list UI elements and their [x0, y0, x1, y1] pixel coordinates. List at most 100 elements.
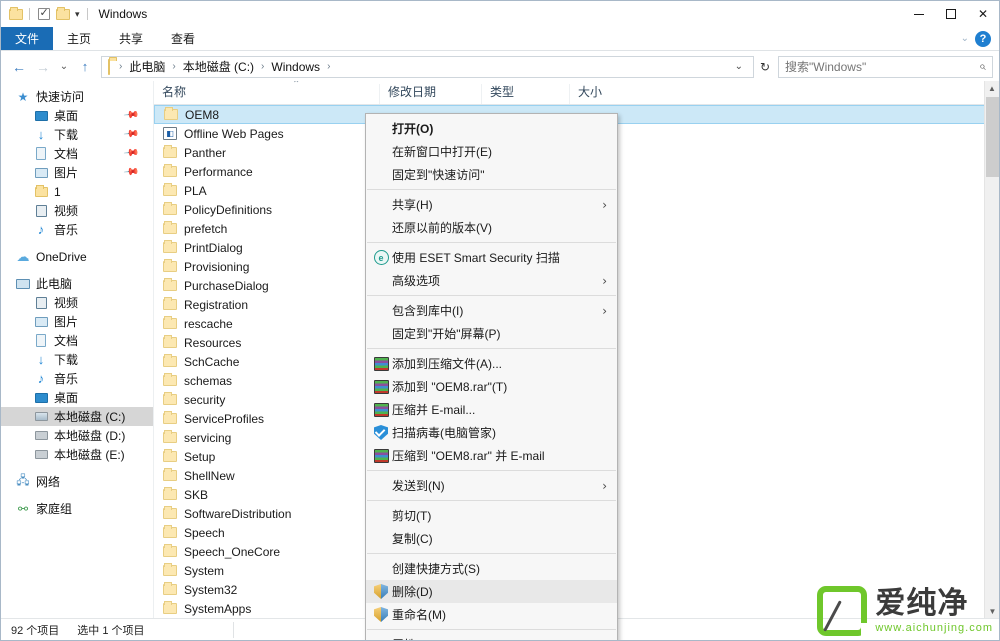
nav-root-OneDrive[interactable]: ☁OneDrive — [1, 247, 153, 266]
nav-label: 桌面 — [54, 107, 78, 124]
menu-item-复制-C[interactable]: 复制(C) — [366, 527, 617, 550]
menu-item-发送到-N[interactable]: 发送到(N)› — [366, 474, 617, 497]
menu-item-包含到库中-I[interactable]: 包含到库中(I)› — [366, 299, 617, 322]
pin-icon[interactable]: 📌 — [122, 107, 139, 123]
help-button[interactable]: ? — [975, 31, 991, 47]
menu-item-共享-H[interactable]: 共享(H)› — [366, 193, 617, 216]
search-icon[interactable]: ⌕ — [979, 59, 986, 74]
breadcrumb-local-disk-c[interactable]: 本地磁盘 (C:) — [181, 58, 256, 75]
sidebar-item-桌面[interactable]: 桌面 📌 — [1, 106, 153, 125]
menu-item-扫描病毒-电脑管家[interactable]: 扫描病毒(电脑管家) — [366, 421, 617, 444]
up-button[interactable]: ↑ — [73, 56, 97, 78]
chevron-right-icon[interactable]: › — [602, 274, 607, 288]
search-input[interactable] — [785, 60, 979, 74]
sidebar-item-下载[interactable]: ↓下载 — [1, 350, 153, 369]
column-header-type[interactable]: 类型 — [481, 84, 569, 104]
sidebar-item-本地磁盘 (C:)[interactable]: 本地磁盘 (C:) — [1, 407, 153, 426]
maximize-button[interactable] — [935, 1, 967, 27]
sidebar-item-视频[interactable]: 视频 — [1, 293, 153, 312]
sidebar-item-图片[interactable]: 图片📌 — [1, 163, 153, 182]
menu-item-打开-O[interactable]: 打开(O) — [366, 117, 617, 140]
pin-icon[interactable]: 📌 — [122, 145, 139, 161]
column-header-size[interactable]: 大小 — [569, 84, 649, 104]
sidebar-item-1[interactable]: 1 — [1, 182, 153, 201]
chevron-right-icon[interactable]: › — [602, 479, 607, 493]
sidebar-item-本地磁盘 (D:)[interactable]: 本地磁盘 (D:) — [1, 426, 153, 445]
scroll-down-arrow[interactable]: ▼ — [985, 604, 999, 619]
navigation-pane[interactable]: ★快速访问桌面📌↓下载📌文档📌图片📌1视频♪音乐☁OneDrive此电脑视频图片… — [1, 81, 154, 619]
scrollbar-thumb[interactable] — [986, 97, 999, 177]
sidebar-item-文档[interactable]: 文档📌 — [1, 144, 153, 163]
search-box[interactable]: ⌕ — [778, 56, 993, 78]
pin-icon[interactable]: 📌 — [122, 126, 139, 142]
winrar-icon — [370, 447, 392, 465]
menu-item-还原以前的版本-V[interactable]: 还原以前的版本(V) — [366, 216, 617, 239]
sidebar-item-视频[interactable]: 视频 — [1, 201, 153, 220]
homegroup-icon: ⚯ — [15, 501, 31, 517]
pin-icon[interactable]: 📌 — [122, 164, 139, 180]
menu-item-删除-D[interactable]: 删除(D) — [366, 580, 617, 603]
new-folder-icon[interactable] — [54, 6, 71, 23]
close-button[interactable]: ✕ — [967, 1, 999, 27]
breadcrumb[interactable]: › 此电脑 › 本地磁盘 (C:) › Windows › ⌄ — [101, 56, 754, 78]
sidebar-item-图片[interactable]: 图片 — [1, 312, 153, 331]
chevron-down-icon[interactable]: ⌄ — [729, 61, 749, 72]
file-name: OEM8 — [185, 108, 219, 122]
tab-home[interactable]: 主页 — [53, 27, 105, 50]
refresh-button[interactable]: ↻ — [754, 56, 776, 78]
breadcrumb-this-pc[interactable]: 此电脑 — [127, 58, 167, 75]
chevron-right-icon[interactable]: › — [602, 198, 607, 212]
context-menu[interactable]: 打开(O)在新窗口中打开(E) 固定到"快速访问" 共享(H)›还原以前的版本(V)… — [365, 113, 618, 641]
breadcrumb-windows[interactable]: Windows — [269, 60, 322, 74]
menu-item-添加到压缩文件-A[interactable]: 添加到压缩文件(A)... — [366, 352, 617, 375]
sidebar-item-下载[interactable]: ↓下载📌 — [1, 125, 153, 144]
recent-locations-button[interactable]: ⌄ — [55, 56, 73, 78]
menu-item-label: 固定到"快速访问" — [392, 166, 485, 183]
sidebar-item-音乐[interactable]: ♪音乐 — [1, 220, 153, 239]
nav-root-此电脑[interactable]: 此电脑 — [1, 274, 153, 293]
menu-item-压缩到-OEM8-rar-并-E-mail[interactable]: 压缩到 "OEM8.rar" 并 E-mail — [366, 444, 617, 467]
nav-root-快速访问[interactable]: ★快速访问 — [1, 87, 153, 106]
properties-icon[interactable] — [35, 6, 52, 23]
breadcrumb-separator[interactable]: › — [256, 61, 269, 72]
minimize-button[interactable] — [903, 1, 935, 27]
scroll-up-arrow[interactable]: ▲ — [985, 81, 999, 96]
menu-item-剪切-T[interactable]: 剪切(T) — [366, 504, 617, 527]
winrar-icon — [370, 401, 392, 419]
no-icon — [370, 477, 392, 495]
folder-icon — [162, 411, 178, 427]
sidebar-item-本地磁盘 (E:)[interactable]: 本地磁盘 (E:) — [1, 445, 153, 464]
menu-item-属性-R[interactable]: 属性(R) — [366, 633, 617, 641]
file-name: rescache — [184, 317, 233, 331]
nav-root-家庭组[interactable]: ⚯家庭组 — [1, 499, 153, 518]
back-button[interactable]: ← — [7, 56, 31, 78]
menu-item-label: 高级选项 — [392, 272, 440, 289]
menu-item-压缩并-E-mail[interactable]: 压缩并 E-mail... — [366, 398, 617, 421]
menu-item-重命名-M[interactable]: 重命名(M) — [366, 603, 617, 626]
menu-item-创建快捷方式-S[interactable]: 创建快捷方式(S) — [366, 557, 617, 580]
menu-item-在新窗口中打开-E[interactable]: 在新窗口中打开(E) — [366, 140, 617, 163]
tab-file[interactable]: 文件 — [1, 27, 53, 50]
menu-item-使用-ESET-Smart-Security-扫描[interactable]: e使用 ESET Smart Security 扫描 — [366, 246, 617, 269]
column-header-date[interactable]: 修改日期 — [379, 84, 481, 104]
status-selection: 选中 1 个项目 — [77, 622, 144, 638]
chevron-down-icon[interactable]: ▾ — [73, 9, 82, 20]
column-header-name[interactable]: 名称 — [154, 84, 379, 104]
menu-item-固定到-快速访问[interactable]: 固定到"快速访问" — [366, 163, 617, 186]
menu-item-高级选项[interactable]: 高级选项 › — [366, 269, 617, 292]
breadcrumb-separator[interactable]: › — [167, 61, 180, 72]
sidebar-item-音乐[interactable]: ♪音乐 — [1, 369, 153, 388]
tab-view[interactable]: 查看 — [157, 27, 209, 50]
sidebar-item-桌面[interactable]: 桌面 — [1, 388, 153, 407]
tab-share[interactable]: 共享 — [105, 27, 157, 50]
sidebar-item-文档[interactable]: 文档 — [1, 331, 153, 350]
breadcrumb-separator[interactable]: › — [322, 61, 335, 72]
menu-item-添加到-OEM8-rar-T[interactable]: 添加到 "OEM8.rar"(T) — [366, 375, 617, 398]
chevron-right-icon[interactable]: › — [602, 304, 607, 318]
file-list-scrollbar[interactable]: ▲ ▼ — [984, 81, 999, 619]
nav-root-网络[interactable]: 🖧网络 — [1, 472, 153, 491]
folder-icon[interactable] — [7, 6, 24, 23]
forward-button[interactable]: → — [31, 56, 55, 78]
chevron-down-icon[interactable]: ⌄ — [961, 33, 969, 44]
menu-item-固定到-开始-屏幕-P[interactable]: 固定到"开始"屏幕(P) — [366, 322, 617, 345]
